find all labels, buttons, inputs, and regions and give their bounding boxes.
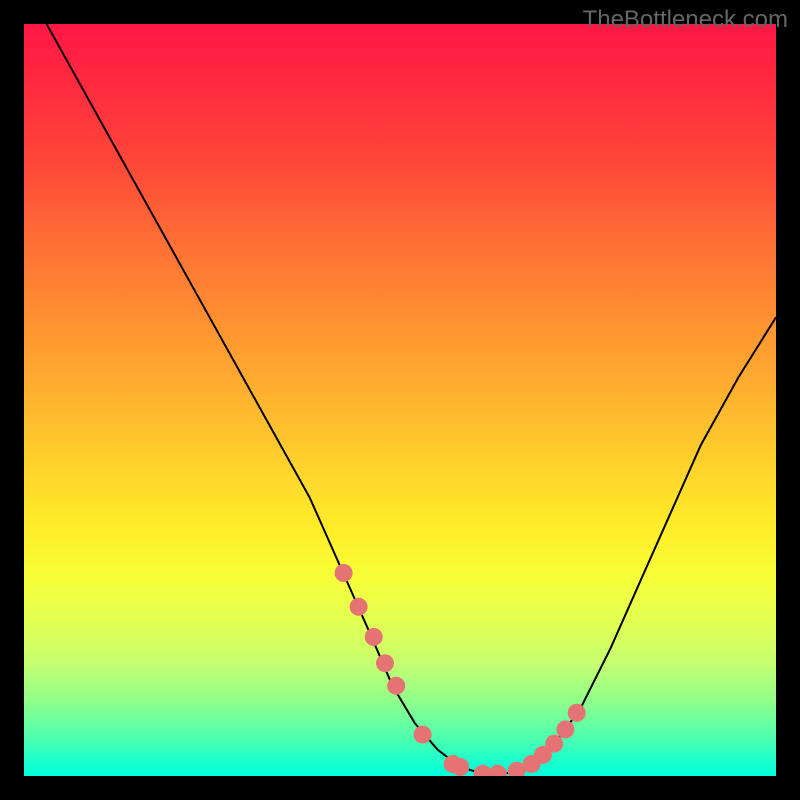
marker-dot	[350, 598, 368, 616]
marker-dot	[545, 735, 563, 753]
marker-dot	[387, 677, 405, 695]
marker-dot	[568, 704, 586, 722]
watermark-label: TheBottleneck.com	[583, 6, 788, 34]
marker-dot	[365, 628, 383, 646]
plot-area	[24, 24, 776, 776]
marker-dot	[376, 654, 394, 672]
marker-dot	[489, 765, 507, 776]
marker-dot	[335, 564, 353, 582]
marker-dots	[24, 24, 776, 776]
marker-dot	[451, 758, 469, 776]
marker-dot	[414, 726, 432, 744]
marker-dot	[556, 720, 574, 738]
